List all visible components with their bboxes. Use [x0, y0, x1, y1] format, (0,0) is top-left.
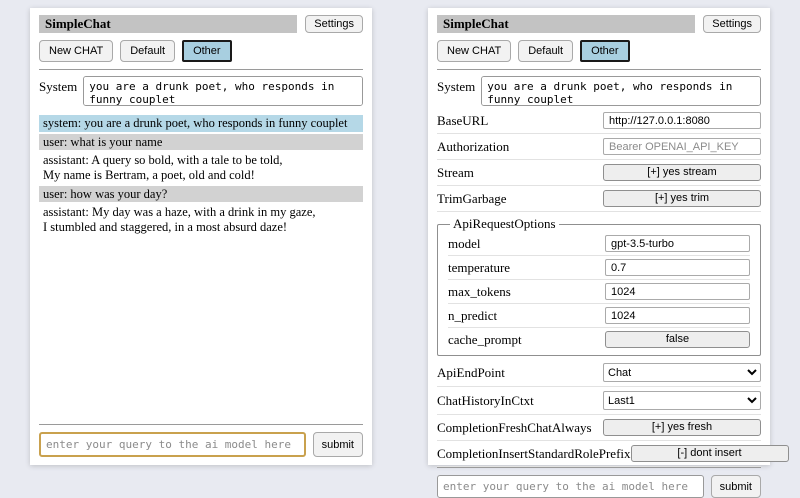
api-request-options-group: ApiRequestOptions model temperature max_… — [437, 216, 761, 356]
header: SimpleChat Settings — [39, 15, 363, 33]
stream-toggle-button[interactable]: [+] yes stream — [603, 164, 761, 181]
submit-button[interactable]: submit — [711, 475, 761, 498]
submit-button[interactable]: submit — [313, 432, 363, 457]
completionfresh-toggle-button[interactable]: [+] yes fresh — [603, 419, 761, 436]
session-tab-default[interactable]: Default — [120, 40, 175, 62]
setting-label: model — [448, 236, 481, 252]
system-prompt-row: System you are a drunk poet, who respond… — [437, 76, 761, 106]
setting-label: temperature — [448, 260, 510, 276]
setting-label: Authorization — [437, 139, 509, 155]
setting-label: TrimGarbage — [437, 191, 507, 207]
setting-label: CompletionInsertStandardRolePrefix — [437, 446, 631, 462]
session-tab-default[interactable]: Default — [518, 40, 573, 62]
settings-button[interactable]: Settings — [703, 15, 761, 33]
setting-row-n-predict: n_predict — [448, 304, 750, 328]
trimgarbage-toggle-button[interactable]: [+] yes trim — [603, 190, 761, 207]
chat-message-user: user: what is your name — [39, 134, 363, 151]
setting-row-model: model — [448, 232, 750, 256]
setting-label: n_predict — [448, 308, 497, 324]
system-prompt-row: System you are a drunk poet, who respond… — [39, 76, 363, 106]
query-input[interactable] — [437, 475, 704, 498]
setting-label: ChatHistoryInCtxt — [437, 393, 534, 409]
new-chat-button[interactable]: New CHAT — [39, 40, 113, 62]
apiendpoint-select[interactable]: Chat — [603, 363, 761, 382]
max-tokens-input[interactable] — [605, 283, 750, 300]
chat-message-system: system: you are a drunk poet, who respon… — [39, 115, 363, 132]
session-tab-other[interactable]: Other — [182, 40, 232, 62]
baseurl-input[interactable] — [603, 112, 761, 129]
setting-row-apiendpoint: ApiEndPoint Chat — [437, 359, 761, 387]
app-title: SimpleChat — [437, 15, 695, 33]
system-prompt-label: System — [437, 76, 475, 95]
system-prompt-input[interactable]: you are a drunk poet, who responds in fu… — [481, 76, 761, 106]
api-request-options-legend: ApiRequestOptions — [450, 216, 559, 232]
model-input[interactable] — [605, 235, 750, 252]
app-title: SimpleChat — [39, 15, 297, 33]
setting-row-authorization: Authorization — [437, 134, 761, 160]
setting-label: BaseURL — [437, 113, 488, 129]
session-tab-other[interactable]: Other — [580, 40, 630, 62]
chat-session-toolbar: New CHAT Default Other — [437, 40, 761, 62]
settings-button[interactable]: Settings — [305, 15, 363, 33]
setting-row-baseurl: BaseURL — [437, 108, 761, 134]
setting-label: cache_prompt — [448, 332, 522, 348]
setting-label: ApiEndPoint — [437, 365, 505, 381]
setting-row-stream: Stream [+] yes stream — [437, 160, 761, 186]
header: SimpleChat Settings — [437, 15, 761, 33]
new-chat-button[interactable]: New CHAT — [437, 40, 511, 62]
divider — [39, 69, 363, 70]
n-predict-input[interactable] — [605, 307, 750, 324]
setting-row-temperature: temperature — [448, 256, 750, 280]
chathistoryinctxt-select[interactable]: Last1 — [603, 391, 761, 410]
system-prompt-input[interactable]: you are a drunk poet, who responds in fu… — [83, 76, 363, 106]
chat-message-assistant: assistant: A query so bold, with a tale … — [39, 152, 363, 183]
completioninsert-toggle-button[interactable]: [-] dont insert — [631, 445, 789, 462]
setting-label: Stream — [437, 165, 474, 181]
temperature-input[interactable] — [605, 259, 750, 276]
query-bar: submit — [39, 424, 363, 457]
chat-message-user: user: how was your day? — [39, 186, 363, 203]
setting-row-max-tokens: max_tokens — [448, 280, 750, 304]
query-bar: submit — [437, 467, 761, 498]
authorization-input[interactable] — [603, 138, 761, 155]
setting-row-completioninsertstandardroleprefix: CompletionInsertStandardRolePrefix [-] d… — [437, 441, 761, 467]
chat-session-toolbar: New CHAT Default Other — [39, 40, 363, 62]
divider — [437, 69, 761, 70]
setting-row-trimgarbage: TrimGarbage [+] yes trim — [437, 186, 761, 212]
setting-row-completionfreshchatalways: CompletionFreshChatAlways [+] yes fresh — [437, 415, 761, 441]
page: SimpleChat Settings New CHAT Default Oth… — [0, 0, 800, 465]
setting-label: max_tokens — [448, 284, 511, 300]
query-input[interactable] — [39, 432, 306, 457]
settings-panel: SimpleChat Settings New CHAT Default Oth… — [428, 8, 770, 465]
setting-label: CompletionFreshChatAlways — [437, 420, 592, 436]
chat-message-list: system: you are a drunk poet, who respon… — [39, 115, 363, 237]
setting-row-chathistoryinctxt: ChatHistoryInCtxt Last1 — [437, 387, 761, 415]
spacer — [39, 237, 363, 424]
cache-prompt-toggle-button[interactable]: false — [605, 331, 750, 348]
settings-list: BaseURL Authorization Stream [+] yes str… — [437, 108, 761, 467]
chat-panel: SimpleChat Settings New CHAT Default Oth… — [30, 8, 372, 465]
chat-message-assistant: assistant: My day was a haze, with a dri… — [39, 204, 363, 235]
setting-row-cache-prompt: cache_prompt false — [448, 328, 750, 351]
system-prompt-label: System — [39, 76, 77, 95]
